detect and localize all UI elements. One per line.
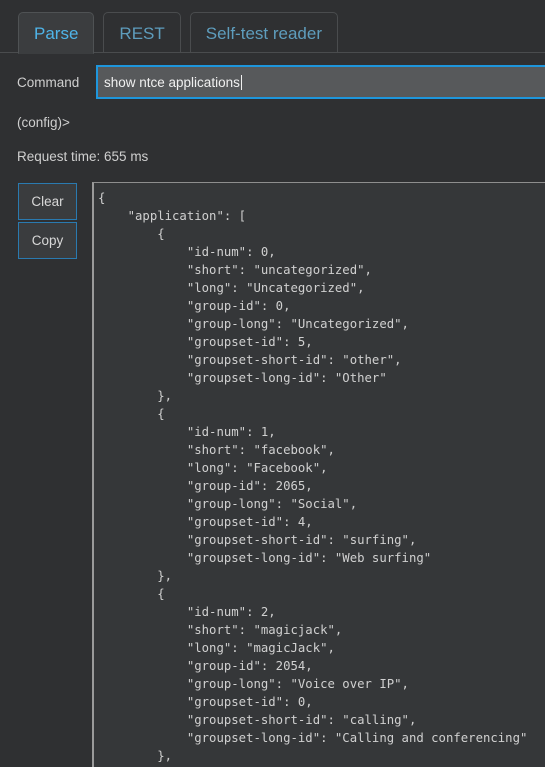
command-row: Command show ntce applications bbox=[0, 63, 545, 101]
command-input[interactable]: show ntce applications bbox=[96, 65, 545, 99]
copy-button[interactable]: Copy bbox=[18, 222, 77, 259]
config-prompt: (config)> bbox=[17, 115, 70, 130]
request-time-status: Request time: 655 ms bbox=[17, 149, 149, 164]
command-label: Command bbox=[17, 74, 80, 90]
output-json-text: { "application": [ { "id-num": 0, "short… bbox=[98, 191, 528, 763]
clear-button[interactable]: Clear bbox=[18, 183, 77, 220]
action-button-column: Clear Copy bbox=[0, 182, 92, 767]
tab-rest[interactable]: REST bbox=[103, 12, 181, 53]
text-caret bbox=[240, 74, 242, 90]
tab-self-test-reader[interactable]: Self-test reader bbox=[189, 12, 338, 53]
content-area: Clear Copy { "application": [ { "id-num"… bbox=[0, 182, 545, 767]
tab-parse[interactable]: Parse bbox=[18, 12, 95, 54]
tab-bar: Parse REST Self-test reader bbox=[0, 0, 545, 54]
output-panel[interactable]: { "application": [ { "id-num": 0, "short… bbox=[92, 182, 545, 767]
command-input-value: show ntce applications bbox=[104, 74, 240, 90]
